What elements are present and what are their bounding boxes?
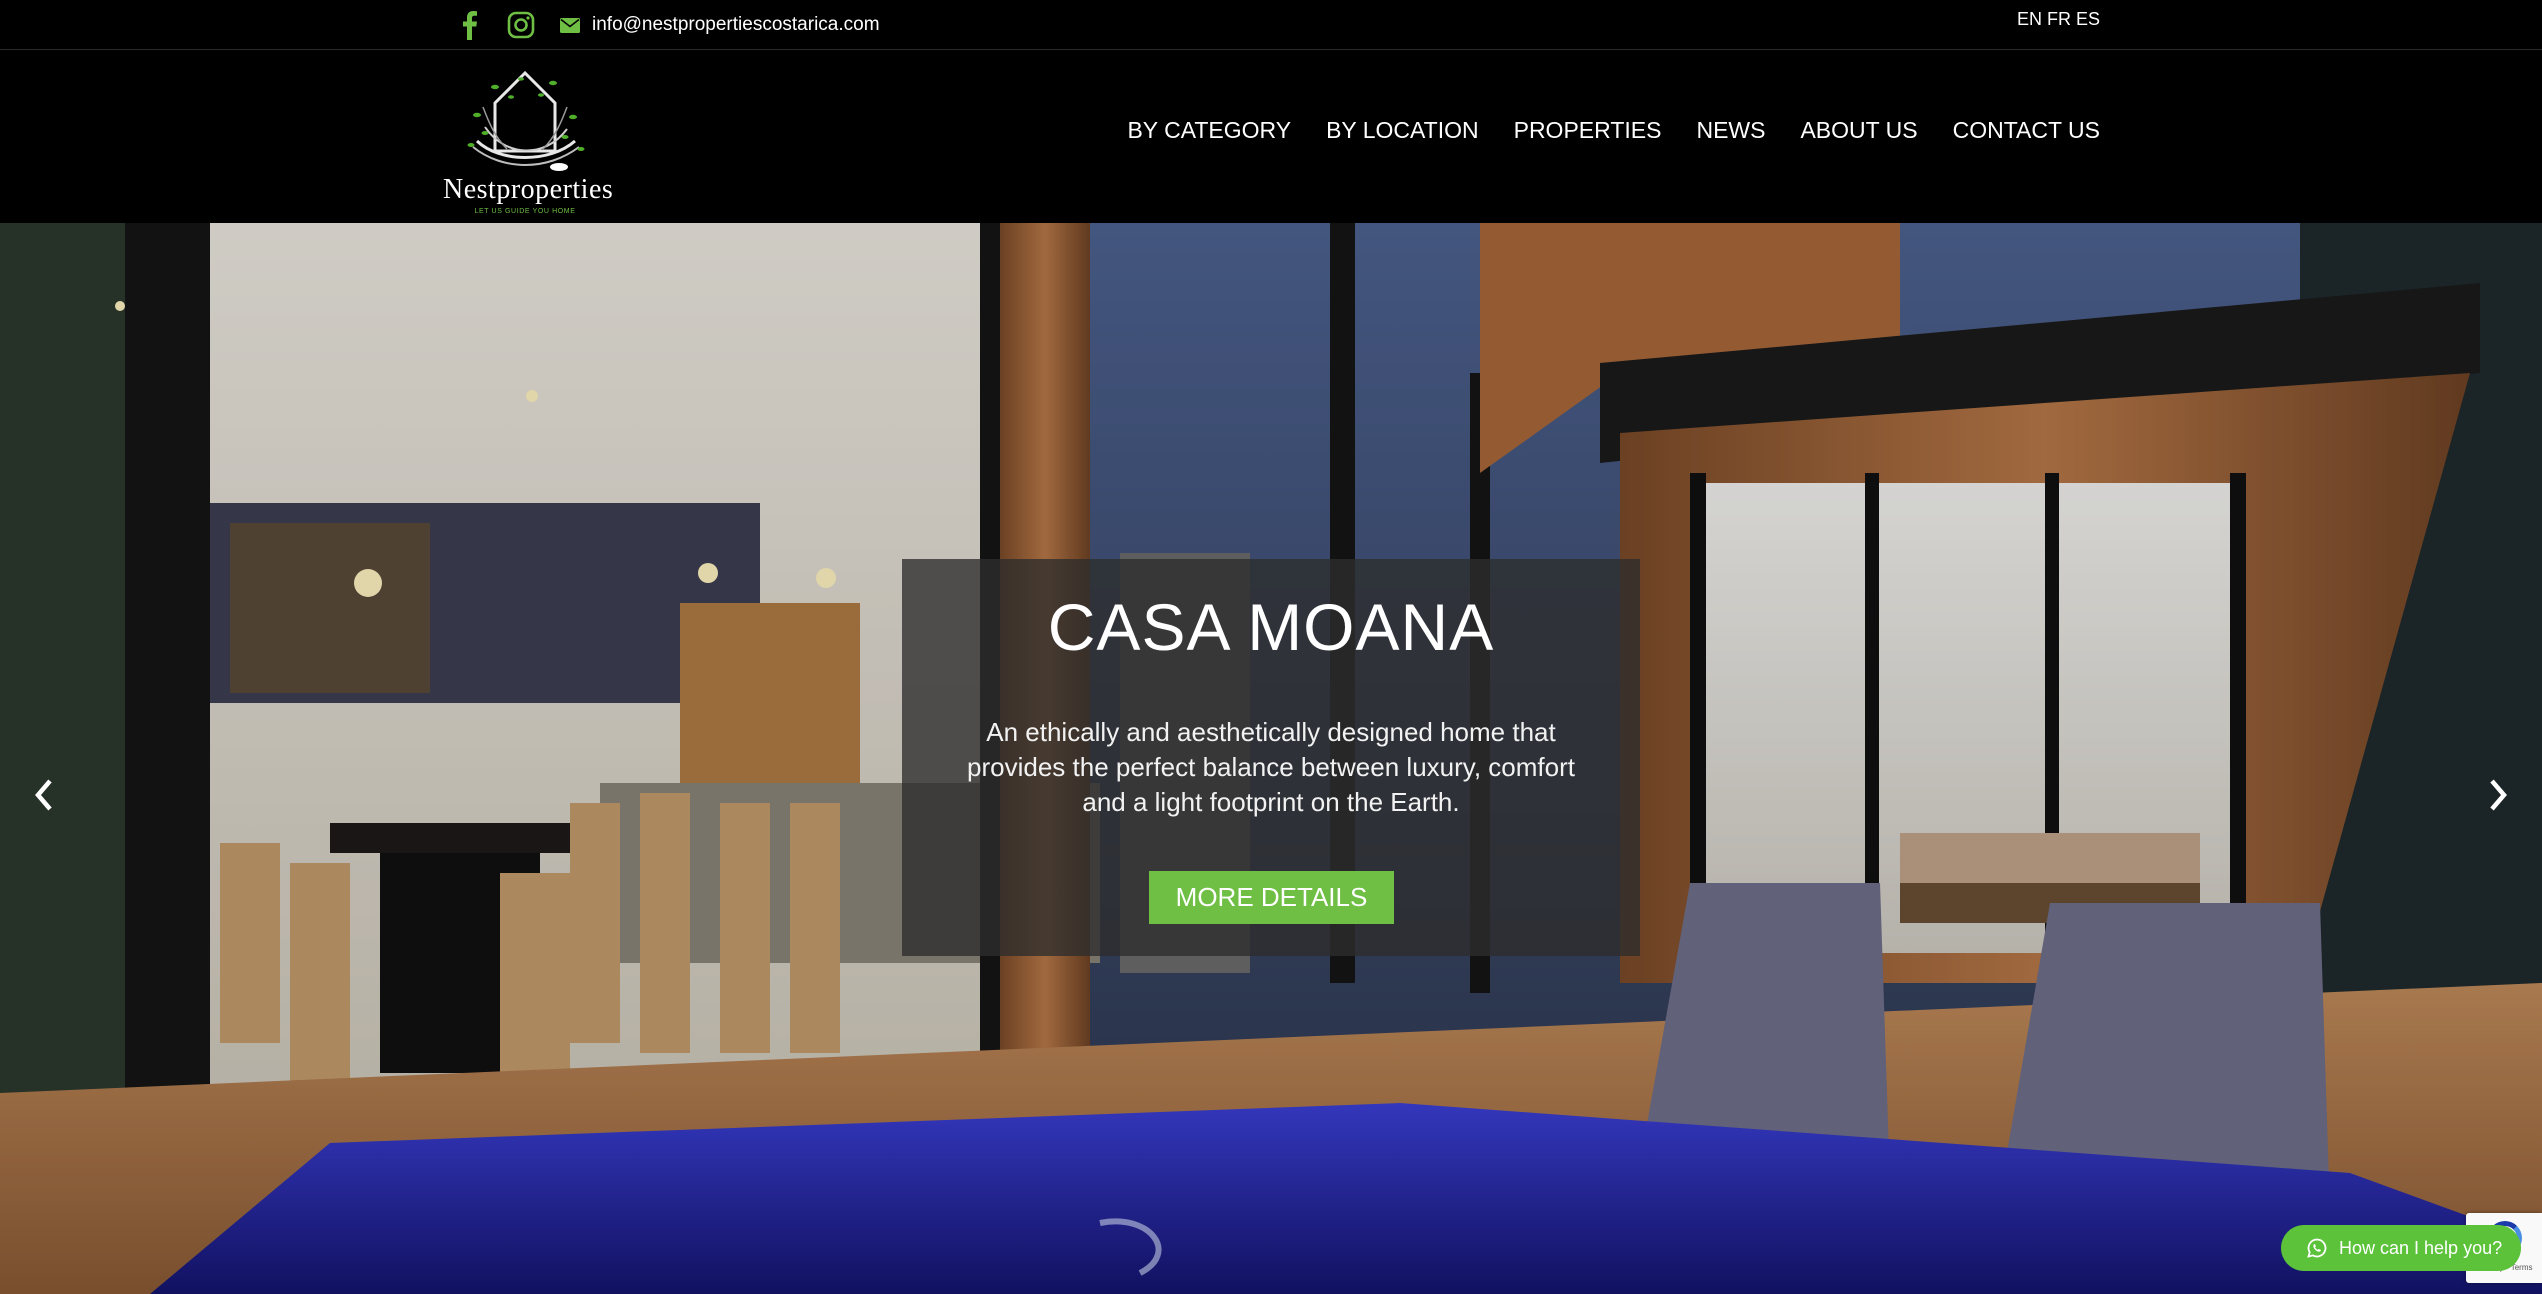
more-details-button[interactable]: MORE DETAILS [1149, 871, 1394, 924]
language-es[interactable]: ES [2076, 9, 2100, 30]
email-link[interactable]: info@nestpropertiescostarica.com [560, 14, 880, 36]
whatsapp-icon [2307, 1238, 2327, 1258]
email-address[interactable]: info@nestpropertiescostarica.com [592, 14, 880, 36]
language-en[interactable]: EN [2017, 9, 2042, 30]
envelope-icon [560, 17, 580, 33]
nav-properties[interactable]: PROPERTIES [1514, 117, 1662, 144]
chevron-right-icon [2490, 779, 2507, 811]
slide-description: An ethically and aesthetically designed … [967, 717, 1575, 817]
language-fr[interactable]: FR [2047, 9, 2071, 30]
slider-next-button[interactable] [2478, 765, 2518, 825]
chevron-left-icon [35, 779, 52, 811]
nav-by-location[interactable]: BY LOCATION [1326, 117, 1479, 144]
whatsapp-label[interactable]: How can I help you? [2339, 1238, 2502, 1259]
instagram-icon[interactable] [504, 8, 538, 42]
site-header: Nestproperties LET US GUIDE YOU HOME BY … [0, 51, 2542, 223]
slide-caption: CASA MOANA An ethically and aestheticall… [902, 559, 1640, 956]
brand-tagline: LET US GUIDE YOU HOME [474, 208, 576, 215]
nav-about-us[interactable]: ABOUT US [1800, 117, 1917, 144]
whatsapp-chat-button[interactable]: How can I help you? [2281, 1225, 2521, 1271]
slide-title: CASA MOANA [1047, 590, 1495, 664]
facebook-icon[interactable] [452, 8, 486, 42]
nest-logo-icon [467, 70, 585, 171]
nav-contact-us[interactable]: CONTACT US [1953, 117, 2100, 144]
top-bar: info@nestpropertiescostarica.com EN FR E… [0, 0, 2542, 50]
slider-prev-button[interactable] [24, 765, 64, 825]
social-links: info@nestpropertiescostarica.com [452, 8, 880, 42]
main-nav: BY CATEGORY BY LOCATION PROPERTIES NEWS … [1092, 117, 2100, 144]
brand-name: Nestproperties [443, 174, 614, 205]
nav-by-category[interactable]: BY CATEGORY [1127, 117, 1291, 144]
site-logo[interactable]: Nestproperties LET US GUIDE YOU HOME [443, 67, 614, 215]
hero-slider: CASA MOANA An ethically and aestheticall… [0, 223, 2542, 1294]
nav-news[interactable]: NEWS [1696, 117, 1765, 144]
language-switcher: EN FR ES [2012, 9, 2100, 30]
